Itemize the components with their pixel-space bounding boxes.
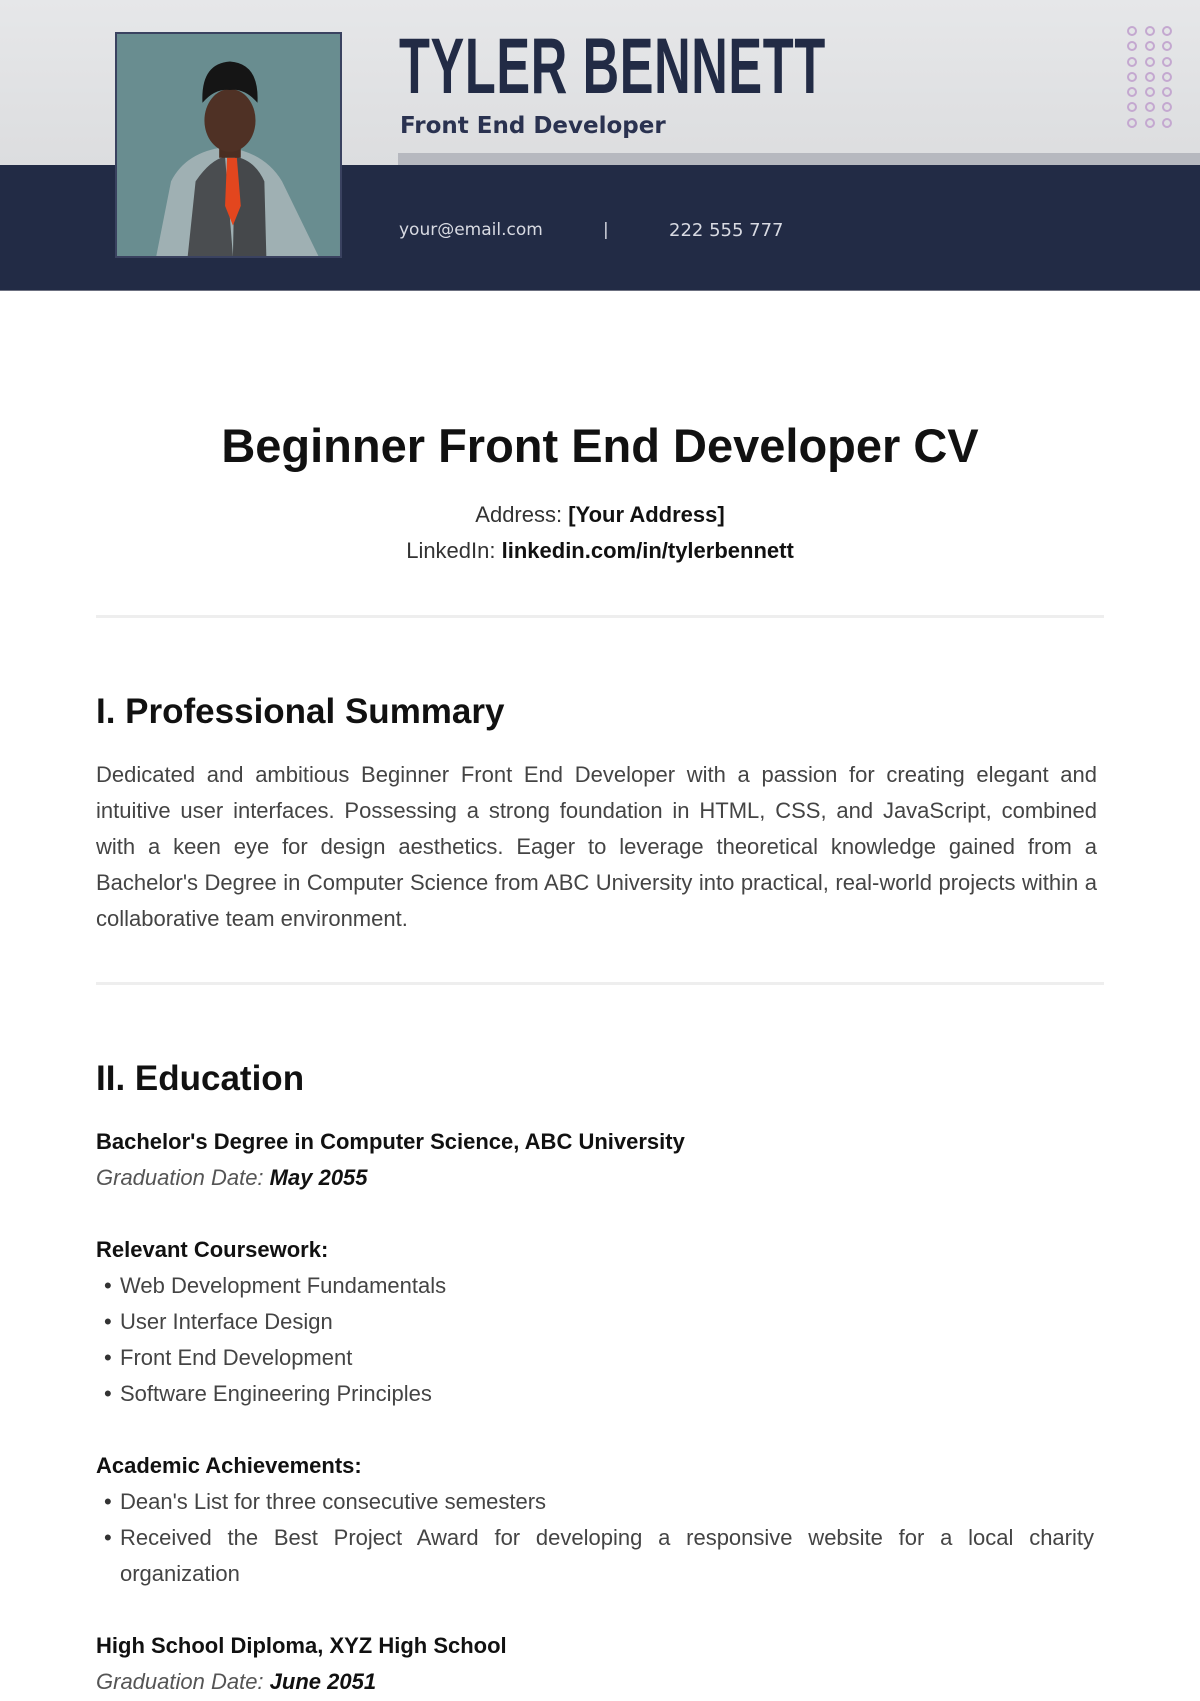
linkedin-label: LinkedIn: (406, 538, 496, 563)
candidate-name: TYLER BENNETT (399, 21, 826, 110)
section-divider (96, 615, 1104, 618)
professional-summary-text: Dedicated and ambitious Beginner Front E… (96, 762, 1097, 931)
list-item: Dean's List for three consecutive semest… (96, 1484, 1094, 1520)
address-line: Address: [Your Address] (0, 500, 1200, 530)
high-school-graduation-date: Graduation Date: June 2051 (96, 1664, 1096, 1700)
decorative-dot (1144, 102, 1155, 113)
graduation-date-value: June 2051 (269, 1669, 377, 1694)
graduation-date-value: May 2055 (269, 1165, 368, 1190)
list-item: Front End Development (96, 1340, 1096, 1376)
decorative-dot (1144, 56, 1155, 67)
linkedin-line: LinkedIn: linkedin.com/in/tylerbennett (0, 536, 1200, 566)
section-divider (96, 982, 1104, 985)
decorative-dot (1144, 41, 1155, 52)
decorative-dot (1162, 87, 1172, 98)
phone-number[interactable]: 222 555 777 (669, 220, 784, 241)
email-link[interactable]: your@email.com (399, 220, 543, 240)
list-item: Software Engineering Principles (96, 1376, 1096, 1412)
decorative-dot (1162, 117, 1172, 128)
decorative-dot (1127, 56, 1137, 67)
decorative-dot (1162, 41, 1172, 52)
profile-photo (115, 32, 342, 258)
portrait-illustration (117, 34, 340, 256)
header-accent-bar (398, 153, 1200, 165)
decorative-dot (1162, 102, 1172, 113)
decorative-dot (1144, 71, 1155, 82)
decorative-dot (1162, 26, 1172, 36)
high-school-title: High School Diploma, XYZ High School (96, 1633, 507, 1658)
linkedin-link[interactable]: linkedin.com/in/tylerbennett (502, 538, 794, 563)
address-value: [Your Address] (568, 502, 725, 527)
resume-header: TYLER BENNETT Front End Developer your@e… (0, 0, 1200, 291)
achievements-list: Dean's List for three consecutive semest… (96, 1484, 1094, 1592)
degree-graduation-date: Graduation Date: May 2055 (96, 1160, 1096, 1196)
decorative-dot (1144, 87, 1155, 98)
decorative-dot (1127, 41, 1137, 52)
education-heading: II. Education (96, 1059, 305, 1098)
decorative-dot (1127, 117, 1137, 128)
decorative-dot (1144, 117, 1155, 128)
decorative-dot (1162, 56, 1172, 67)
decorative-dot (1127, 102, 1137, 113)
decorative-dot (1144, 26, 1155, 36)
coursework-list: Web Development Fundamentals User Interf… (96, 1268, 1096, 1412)
graduation-date-label: Graduation Date: (96, 1165, 264, 1190)
list-item: Received the Best Project Award for deve… (96, 1520, 1094, 1592)
decorative-dot (1127, 71, 1137, 82)
degree-title: Bachelor's Degree in Computer Science, A… (96, 1129, 685, 1154)
document-title: Beginner Front End Developer CV (221, 419, 979, 472)
contact-separator: | (603, 220, 609, 240)
decorative-dot (1127, 26, 1137, 36)
list-item: Web Development Fundamentals (96, 1268, 1096, 1304)
decorative-dot (1162, 71, 1172, 82)
list-item: User Interface Design (96, 1304, 1096, 1340)
address-label: Address: (475, 502, 563, 527)
coursework-label: Relevant Coursework: (96, 1237, 329, 1262)
achievements-label: Academic Achievements: (96, 1453, 362, 1478)
decorative-dot (1127, 87, 1137, 98)
candidate-role: Front End Developer (400, 113, 666, 139)
graduation-date-label: Graduation Date: (96, 1669, 264, 1694)
professional-summary-heading: I. Professional Summary (96, 692, 505, 731)
decorative-dot-grid-icon (1127, 26, 1177, 132)
